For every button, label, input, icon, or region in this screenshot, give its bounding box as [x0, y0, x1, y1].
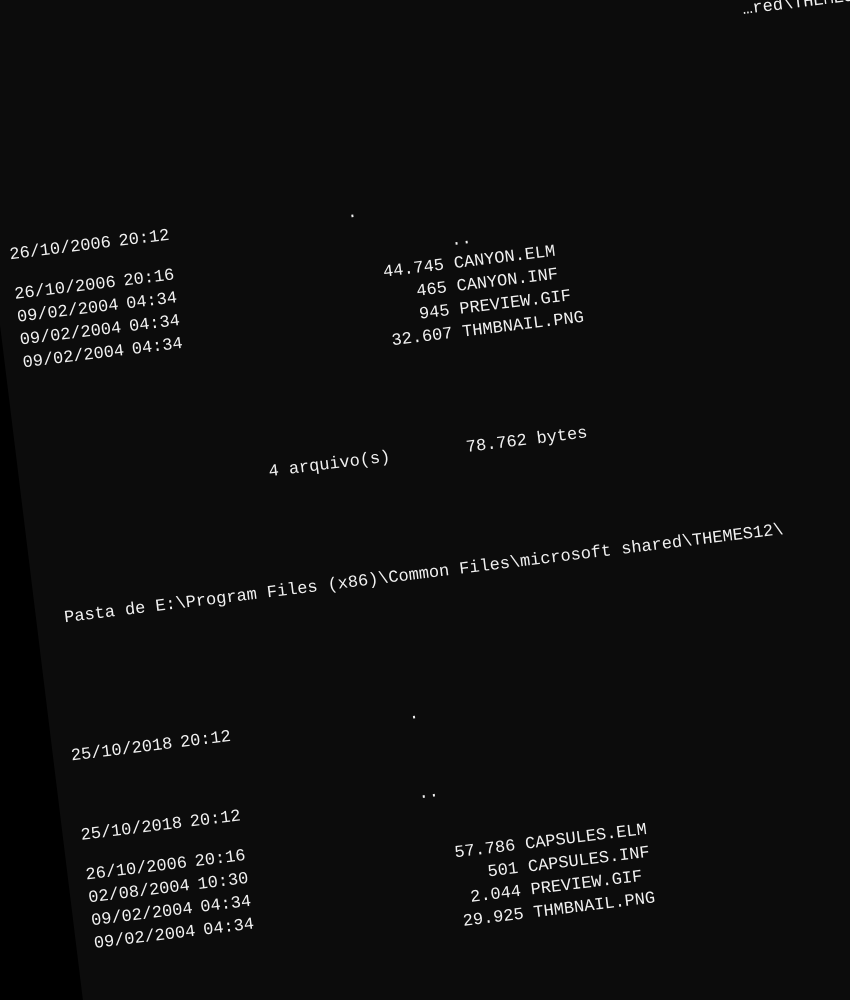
col-size: [228, 218, 347, 233]
col-size: [300, 798, 419, 813]
col-date: 25/10/2018: [80, 813, 192, 849]
summary-label: 4 arquivo(s): [268, 444, 420, 485]
terminal-window[interactable]: …red\THEMES1… 26/10/200620:12 .26/10/200…: [0, 0, 850, 1000]
col-name: .: [346, 203, 359, 227]
header-fragment: …red\THEMES1…: [741, 0, 850, 23]
col-date: 26/10/2006: [8, 232, 120, 268]
col-date: 25/10/2018: [70, 733, 182, 769]
col-time: 20:12: [189, 804, 261, 835]
col-date: [26, 377, 135, 390]
dir-listing-1: 26/10/200620:12 .26/10/200620:16..09/02/…: [4, 94, 850, 399]
col-time: [135, 368, 204, 377]
col-dir: [276, 932, 415, 949]
col-date: [97, 957, 206, 970]
col-name: .: [407, 704, 420, 728]
col-time: 20:12: [118, 224, 190, 255]
col-name: ..: [417, 782, 440, 807]
summary-unit: bytes: [536, 424, 589, 449]
col-time: [207, 949, 276, 958]
col-name: ..: [450, 229, 473, 254]
col-size: [290, 719, 409, 734]
col-time: 20:12: [179, 725, 251, 756]
col-dir: [205, 351, 344, 368]
summary-size: 78.762: [416, 429, 538, 466]
dir-listing-2: 25/10/201820:12 .25/10/201820:12 ..26/10…: [65, 595, 850, 980]
